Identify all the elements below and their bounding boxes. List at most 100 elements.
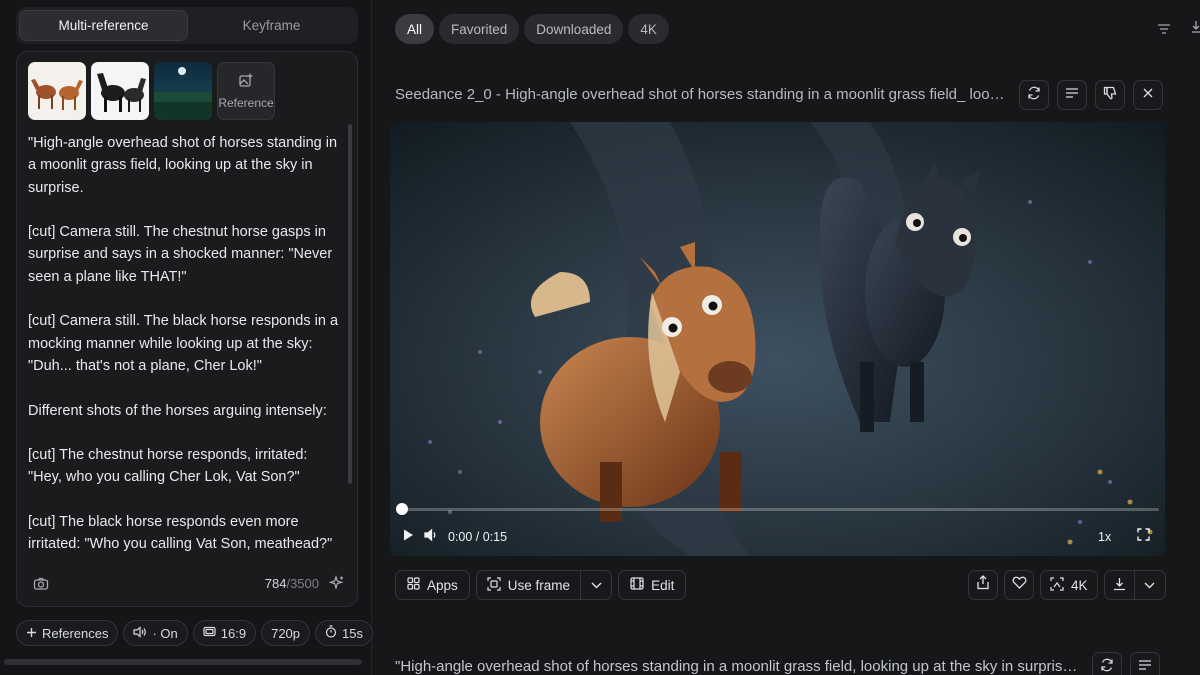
apps-button[interactable]: Apps bbox=[395, 570, 470, 600]
text-lines-icon bbox=[1065, 86, 1079, 104]
prompt-scrollbar-thumb[interactable] bbox=[348, 124, 352, 484]
character-max: /3500 bbox=[286, 576, 319, 591]
timer-icon bbox=[325, 625, 337, 641]
edit-button[interactable]: Edit bbox=[618, 570, 687, 600]
edit-label: Edit bbox=[651, 577, 675, 593]
refresh-icon bbox=[1100, 658, 1114, 675]
video-progress-bar[interactable] bbox=[396, 503, 1159, 515]
grid-icon bbox=[407, 577, 420, 593]
prompt-scrollbar[interactable] bbox=[348, 124, 352, 484]
share-button[interactable] bbox=[968, 570, 998, 600]
volume-icon[interactable] bbox=[424, 528, 439, 547]
filter-downloaded[interactable]: Downloaded bbox=[524, 14, 624, 44]
character-counter: 784/3500 bbox=[265, 576, 319, 591]
sparkle-icon[interactable] bbox=[328, 574, 345, 596]
playback-speed[interactable]: 1x bbox=[1098, 530, 1111, 544]
reference-strip: Reference bbox=[28, 62, 275, 120]
upscale-label: 4K bbox=[1071, 577, 1088, 593]
share-icon bbox=[976, 575, 990, 595]
camera-icon[interactable] bbox=[33, 576, 49, 597]
video-progress-knob[interactable] bbox=[396, 503, 408, 515]
use-frame-label: Use frame bbox=[507, 577, 571, 593]
fullscreen-icon[interactable] bbox=[1137, 528, 1150, 546]
refresh-icon bbox=[1027, 86, 1041, 105]
video-time: 0:00 / 0:15 bbox=[448, 530, 508, 544]
prompt-paragraph: [cut] The black horse responds even more… bbox=[28, 514, 333, 553]
results-area: All Favorited Downloaded 4K Seedance 2_0… bbox=[373, 0, 1200, 675]
references-chip-label: References bbox=[42, 625, 109, 641]
tab-keyframe[interactable]: Keyframe bbox=[188, 10, 355, 41]
next-show-prompt-button[interactable] bbox=[1130, 652, 1160, 675]
generation-title: Seedance 2_0 - High-angle overhead shot … bbox=[395, 86, 1007, 103]
prompt-card: Reference "High-angle overhead shot of h… bbox=[16, 51, 358, 607]
sort-filter-icon[interactable] bbox=[1157, 22, 1171, 40]
use-frame-split-button: Use frame bbox=[475, 570, 613, 600]
video-frame bbox=[390, 122, 1165, 556]
video-player[interactable]: 0:00 / 0:15 1x bbox=[390, 122, 1165, 556]
dislike-button[interactable] bbox=[1095, 80, 1125, 110]
character-count: 784 bbox=[264, 576, 287, 591]
close-icon bbox=[1142, 86, 1154, 104]
favorite-button[interactable] bbox=[1004, 570, 1034, 600]
download-icon bbox=[1113, 577, 1126, 594]
prompt-footer: 784/3500 bbox=[17, 562, 357, 606]
left-panel: Multi-reference Keyframe Reference "High… bbox=[0, 0, 405, 675]
settings-scrollbar[interactable] bbox=[4, 659, 362, 665]
chevron-down-icon bbox=[591, 576, 602, 594]
video-toolbar: Apps Use frame Edit bbox=[395, 570, 687, 600]
prompt-textarea[interactable]: "High-angle overhead shot of horses stan… bbox=[28, 132, 343, 562]
audio-chip[interactable]: · On bbox=[123, 620, 188, 646]
aspect-ratio-chip[interactable]: 16:9 bbox=[192, 620, 257, 646]
download-button[interactable] bbox=[1105, 571, 1135, 599]
prompt-paragraph: [cut] The chestnut horse responds, irrit… bbox=[28, 447, 308, 486]
show-prompt-button[interactable] bbox=[1057, 80, 1087, 110]
heart-icon bbox=[1011, 576, 1027, 594]
generation-actions bbox=[1019, 80, 1163, 110]
apps-label: Apps bbox=[427, 577, 458, 593]
video-toolbar-right: 4K bbox=[968, 570, 1166, 600]
audio-chip-label: · On bbox=[152, 625, 178, 641]
prompt-paragraph: [cut] Camera still. The black horse resp… bbox=[28, 313, 339, 374]
plus-icon bbox=[26, 626, 37, 641]
upscale-4k-button[interactable]: 4K bbox=[1040, 570, 1098, 600]
prompt-paragraph: "High-angle overhead shot of horses stan… bbox=[28, 135, 338, 196]
references-chip[interactable]: References bbox=[16, 620, 119, 646]
duration-label: 15s bbox=[342, 625, 363, 641]
generation-settings: References · On 16:9 720p 15s bbox=[16, 620, 405, 646]
add-reference-button[interactable]: Reference bbox=[217, 62, 275, 120]
reference-thumb-chestnut-horses[interactable] bbox=[28, 62, 86, 120]
add-reference-label: Reference bbox=[218, 95, 274, 110]
download-dropdown[interactable] bbox=[1135, 571, 1165, 599]
upscale-icon bbox=[1050, 576, 1064, 594]
add-image-icon bbox=[239, 73, 253, 92]
reference-thumb-moonlit-field[interactable] bbox=[154, 62, 212, 120]
filter-all[interactable]: All bbox=[395, 14, 435, 44]
resolution-chip[interactable]: 720p bbox=[261, 620, 311, 646]
filter-bar: All Favorited Downloaded 4K bbox=[395, 14, 669, 44]
frame-capture-icon bbox=[487, 576, 501, 594]
resolution-label: 720p bbox=[271, 625, 301, 641]
download-split-button bbox=[1103, 570, 1166, 600]
prompt-paragraph: Different shots of the horses arguing in… bbox=[28, 402, 327, 419]
prompt-paragraph: [cut] Camera still. The chestnut horse g… bbox=[28, 224, 333, 285]
play-icon[interactable] bbox=[402, 528, 414, 547]
duration-chip[interactable]: 15s bbox=[315, 620, 373, 646]
tab-multi-reference[interactable]: Multi-reference bbox=[19, 10, 188, 41]
film-edit-icon bbox=[630, 577, 644, 593]
download-edge-icon[interactable] bbox=[1191, 20, 1200, 39]
aspect-ratio-label: 16:9 bbox=[220, 625, 247, 641]
thumbs-down-icon bbox=[1103, 86, 1117, 105]
next-regenerate-button[interactable] bbox=[1092, 652, 1122, 675]
reference-thumb-black-horses[interactable] bbox=[91, 62, 149, 120]
close-button[interactable] bbox=[1133, 80, 1163, 110]
chevron-down-icon bbox=[1144, 576, 1155, 594]
aspect-ratio-icon bbox=[203, 625, 216, 641]
text-lines-icon bbox=[1138, 658, 1152, 675]
regenerate-button[interactable] bbox=[1019, 80, 1049, 110]
filter-4k[interactable]: 4K bbox=[628, 14, 669, 44]
next-generation-title: "High-angle overhead shot of horses stan… bbox=[395, 658, 1085, 675]
filter-favorited[interactable]: Favorited bbox=[439, 14, 520, 44]
use-frame-dropdown[interactable] bbox=[581, 571, 611, 599]
use-frame-button[interactable]: Use frame bbox=[477, 571, 582, 599]
next-generation-actions bbox=[1092, 652, 1160, 675]
